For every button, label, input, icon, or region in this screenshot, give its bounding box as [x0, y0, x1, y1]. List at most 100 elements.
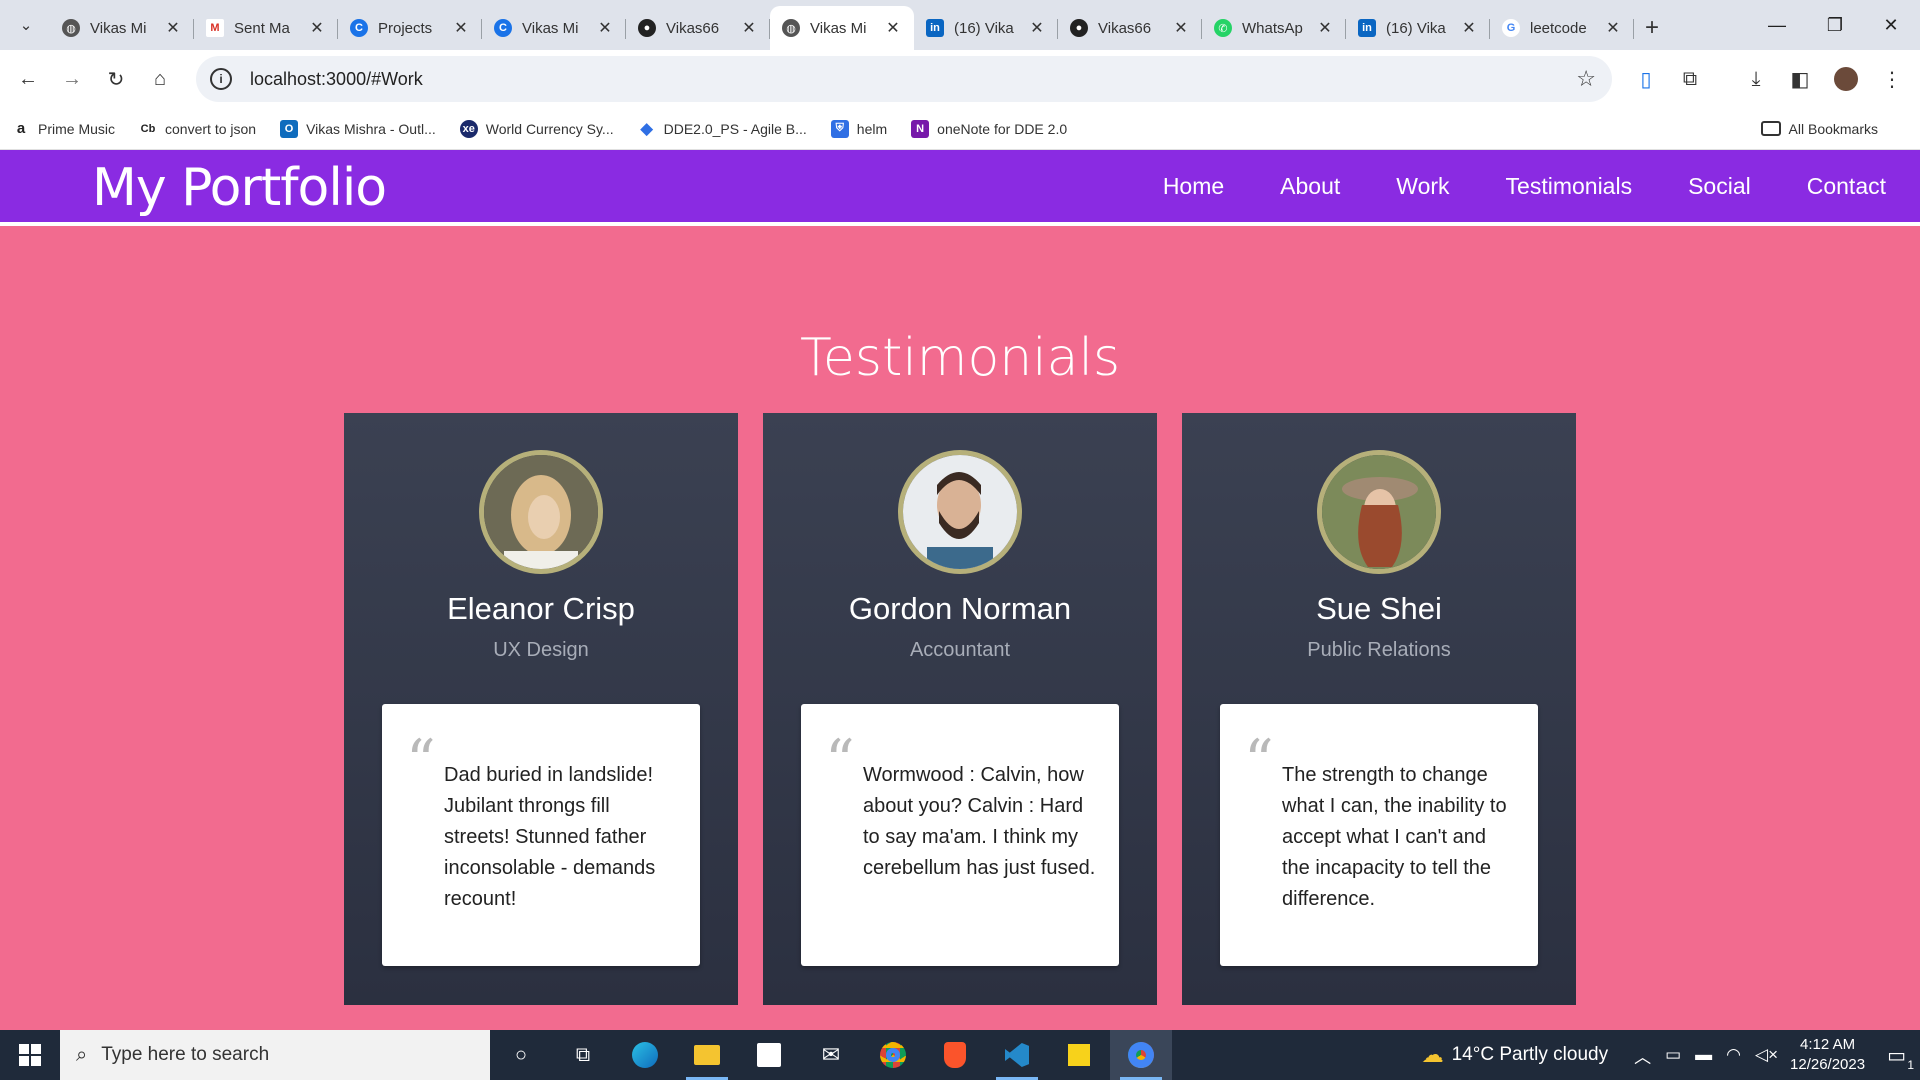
section-title: Testimonials	[799, 328, 1121, 388]
tab-title: Sent Ma	[234, 19, 290, 37]
tab[interactable]: M Sent Ma ✕	[194, 6, 338, 50]
close-icon[interactable]: ✕	[1028, 18, 1046, 38]
close-icon[interactable]: ✕	[596, 18, 614, 38]
side-panel-icon[interactable]: ◧	[1778, 57, 1822, 101]
tab-title: Vikas Mi	[522, 19, 579, 37]
person-role: Public Relations	[1307, 639, 1451, 661]
system-tray: ☁ 14°C Partly cloudy ︿ ▭ ▬ ◠ ◁× 4:12 AM …	[1422, 1030, 1920, 1080]
avatar[interactable]	[1824, 57, 1868, 101]
volume-mute-icon[interactable]: ◁×	[1755, 1045, 1778, 1065]
quote-icon: “	[406, 727, 436, 795]
url-text[interactable]: localhost:3000/#Work	[250, 69, 423, 90]
close-icon[interactable]: ✕	[164, 18, 182, 38]
close-icon[interactable]: ✕	[308, 18, 326, 38]
bookmark-item[interactable]: N oneNote for DDE 2.0	[911, 119, 1067, 138]
nav-link-home[interactable]: Home	[1163, 173, 1224, 200]
tab[interactable]: ◍ Vikas Mi ✕	[50, 6, 194, 50]
sticky-notes-icon[interactable]	[1048, 1030, 1110, 1080]
nav-link-contact[interactable]: Contact	[1807, 173, 1886, 200]
nav-link-social[interactable]: Social	[1688, 173, 1751, 200]
weather-text[interactable]: 14°C Partly cloudy	[1452, 1044, 1609, 1066]
github-icon: ●	[1070, 19, 1088, 37]
address-bar[interactable]: i localhost:3000/#Work ☆	[196, 56, 1612, 102]
nav-link-testimonials[interactable]: Testimonials	[1506, 173, 1633, 200]
amazon-icon: a	[16, 120, 26, 137]
tab[interactable]: ● Vikas66 ✕	[626, 6, 770, 50]
task-view-icon[interactable]: ⧉	[552, 1030, 614, 1080]
bookmark-item[interactable]: ⛨ helm	[830, 119, 887, 138]
whatsapp-icon: ✆	[1214, 19, 1232, 37]
app-icon: C	[350, 19, 368, 37]
quote-box: “ Dad buried in landslide! Jubilant thro…	[382, 704, 700, 966]
edge-icon[interactable]	[614, 1030, 676, 1080]
windows-start-icon[interactable]	[0, 1030, 60, 1080]
chevron-up-icon[interactable]: ︿	[1634, 1043, 1651, 1068]
tab[interactable]: in (16) Vika ✕	[914, 6, 1058, 50]
reading-mode-icon[interactable]: ▯	[1624, 57, 1668, 101]
forward-arrow-icon[interactable]: →	[50, 57, 94, 101]
tab[interactable]: ● Vikas66 ✕	[1058, 6, 1202, 50]
tab[interactable]: C Vikas Mi ✕	[482, 6, 626, 50]
brand-logo[interactable]: My Portfolio	[92, 158, 387, 218]
tab-active[interactable]: ◍ Vikas Mi ✕	[770, 6, 914, 50]
tab-search-chevron-icon[interactable]: ⌄	[6, 5, 46, 45]
person-role: UX Design	[493, 639, 589, 661]
notification-icon[interactable]: ▭ 1	[1887, 1043, 1914, 1072]
chrome-icon[interactable]	[862, 1030, 924, 1080]
weather-icon: ☁	[1421, 1042, 1444, 1067]
clock[interactable]: 4:12 AM 12/26/2023	[1790, 1035, 1865, 1075]
store-icon[interactable]	[738, 1030, 800, 1080]
bookmark-item[interactable]: xe World Currency Sy...	[459, 119, 614, 138]
tab[interactable]: C Projects ✕	[338, 6, 482, 50]
cortana-icon[interactable]: ○	[490, 1030, 552, 1080]
bookmark-item[interactable]: O Vikas Mishra - Outl...	[280, 119, 436, 138]
linkedin-icon: in	[926, 19, 944, 37]
close-icon[interactable]: ✕	[452, 18, 470, 38]
bookmark-star-icon[interactable]: ☆	[1576, 66, 1596, 92]
chrome-active-icon[interactable]	[1110, 1030, 1172, 1080]
close-icon[interactable]: ✕	[1172, 18, 1190, 38]
bookmark-item[interactable]: Cb convert to json	[139, 120, 256, 138]
file-explorer-icon[interactable]	[676, 1030, 738, 1080]
extensions-icon[interactable]: ⧉	[1668, 57, 1712, 101]
close-icon[interactable]: ✕	[740, 18, 758, 38]
menu-kebab-icon[interactable]: ⋮	[1870, 57, 1914, 101]
brave-icon[interactable]	[924, 1030, 986, 1080]
globe-icon: ◍	[62, 19, 80, 37]
notification-count: 1	[1907, 1057, 1914, 1072]
battery-icon[interactable]: ▬	[1695, 1045, 1712, 1065]
tab-title: (16) Vika	[1386, 19, 1446, 37]
site-info-icon[interactable]: i	[210, 68, 232, 90]
clock-date: 12/26/2023	[1790, 1056, 1866, 1073]
all-bookmarks-button[interactable]: All Bookmarks	[1760, 121, 1878, 137]
tab[interactable]: in (16) Vika ✕	[1346, 6, 1490, 50]
wifi-icon[interactable]: ◠	[1726, 1045, 1741, 1065]
close-window-icon[interactable]: ✕	[1862, 0, 1920, 50]
bookmark-item[interactable]: ◆ DDE2.0_PS - Agile B...	[638, 119, 807, 138]
reload-icon[interactable]: ↻	[94, 57, 138, 101]
close-icon[interactable]: ✕	[1316, 18, 1334, 38]
person-name: Eleanor Crisp	[447, 591, 635, 626]
close-icon[interactable]: ✕	[1604, 18, 1622, 38]
minimize-icon[interactable]: —	[1748, 0, 1806, 50]
bookmark-item[interactable]: a Prime Music	[12, 120, 115, 138]
meet-icon[interactable]: ▭	[1665, 1045, 1681, 1065]
close-icon[interactable]: ✕	[1460, 18, 1478, 38]
browser-tab-strip: ⌄ ◍ Vikas Mi ✕ M Sent Ma ✕ C Projects ✕ …	[0, 0, 1920, 50]
tab[interactable]: G leetcode ✕	[1490, 6, 1634, 50]
vscode-icon[interactable]	[986, 1030, 1048, 1080]
new-tab-button[interactable]: +	[1634, 6, 1670, 50]
restore-icon[interactable]: ❐	[1806, 0, 1864, 50]
bookmark-label: Prime Music	[38, 120, 116, 137]
tab[interactable]: ✆ WhatsAp ✕	[1202, 6, 1346, 50]
nav-link-work[interactable]: Work	[1396, 173, 1449, 200]
nav-link-about[interactable]: About	[1280, 173, 1340, 200]
taskbar-search-box[interactable]: ⌕ Type here to search	[60, 1030, 490, 1080]
back-arrow-icon[interactable]: ←	[6, 57, 50, 101]
mail-icon[interactable]: ✉	[800, 1030, 862, 1080]
clock-time: 4:12 AM	[1800, 1036, 1856, 1053]
download-icon[interactable]: ⤓	[1734, 57, 1778, 101]
close-icon[interactable]: ✕	[884, 18, 902, 38]
tab-title: Vikas Mi	[810, 19, 867, 37]
home-icon[interactable]: ⌂	[138, 57, 182, 101]
